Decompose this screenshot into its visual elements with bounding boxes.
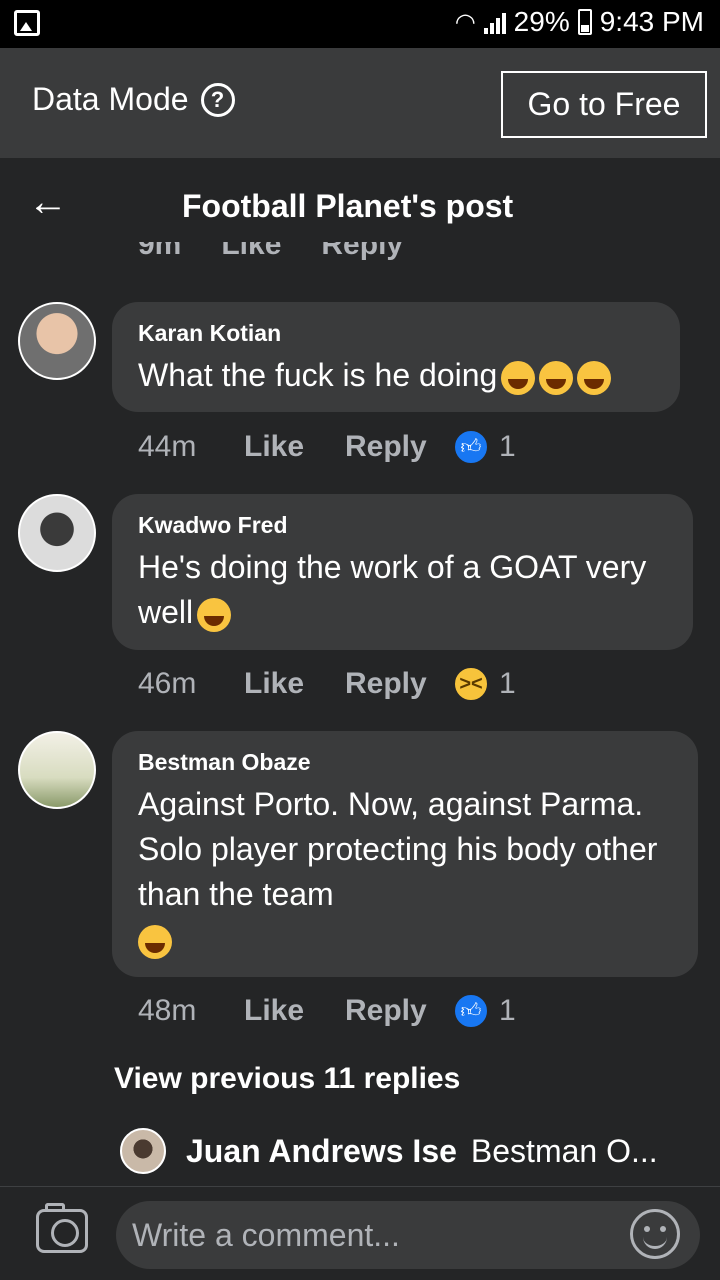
reaction-count[interactable]: 1 bbox=[499, 667, 516, 701]
reply-link[interactable]: Reply bbox=[321, 242, 403, 272]
comment-text: He's doing the work of a GOAT very well bbox=[138, 549, 647, 632]
tears-of-joy-icon bbox=[577, 360, 612, 395]
signal-icon bbox=[483, 10, 506, 34]
page-title: Football Planet's post bbox=[182, 188, 514, 224]
view-previous-replies-link[interactable]: View previous 11 replies bbox=[114, 1062, 460, 1096]
reply-link[interactable]: Reply bbox=[345, 667, 453, 701]
comment-author[interactable]: Bestman Obaze bbox=[138, 749, 672, 776]
reply-link[interactable]: Reply bbox=[345, 430, 453, 464]
status-bar: ◠ 29% 9:43 PM bbox=[0, 0, 720, 48]
comment-time: 9m bbox=[138, 242, 182, 261]
comment-meta: 44m Like Reply 👍︎ 1 bbox=[138, 429, 516, 465]
like-link[interactable]: Like bbox=[244, 667, 345, 701]
comment-time: 46m bbox=[138, 667, 197, 700]
avatar[interactable] bbox=[120, 1128, 166, 1174]
gallery-icon bbox=[14, 10, 40, 36]
comment-meta: 46m Like Reply >< 1 bbox=[138, 666, 516, 702]
clock: 9:43 PM bbox=[599, 6, 704, 37]
like-reaction-icon[interactable]: 👍︎ bbox=[453, 993, 489, 1029]
comment-author[interactable]: Kwadwo Fred bbox=[138, 512, 667, 539]
camera-icon[interactable] bbox=[36, 1203, 88, 1253]
comment-bubble[interactable]: Bestman Obaze Against Porto. Now, agains… bbox=[112, 731, 698, 977]
back-arrow-icon[interactable]: ← bbox=[28, 182, 68, 222]
comment-text: Against Porto. Now, against Parma. Solo … bbox=[138, 782, 672, 962]
data-mode-label-group[interactable]: Data Mode ? bbox=[32, 81, 235, 118]
tears-of-joy-icon bbox=[539, 360, 574, 395]
expressionless-face-icon bbox=[138, 924, 172, 959]
help-icon[interactable]: ? bbox=[200, 82, 235, 117]
battery-percent: 29% bbox=[513, 6, 570, 37]
comment-bubble[interactable]: Karan Kotian What the fuck is he doing bbox=[112, 302, 680, 412]
battery-icon bbox=[577, 9, 592, 35]
comment-time: 44m bbox=[138, 430, 197, 463]
like-link[interactable]: Like bbox=[221, 242, 281, 272]
like-reaction-icon[interactable]: 👍︎ bbox=[453, 429, 489, 465]
tears-of-joy-icon bbox=[197, 597, 232, 632]
data-mode-banner: Data Mode ? Go to Free bbox=[0, 48, 720, 158]
reply-link[interactable]: Reply bbox=[345, 994, 453, 1028]
avatar[interactable] bbox=[18, 731, 96, 809]
comment-text: What the fuck is he doing bbox=[138, 353, 654, 398]
reply-text: Bestman O... bbox=[470, 1132, 658, 1169]
comment-bubble[interactable]: Kwadwo Fred He's doing the work of a GOA… bbox=[112, 494, 693, 650]
comment-author[interactable]: Karan Kotian bbox=[138, 320, 654, 347]
avatar[interactable] bbox=[18, 494, 96, 572]
go-to-free-button[interactable]: Go to Free bbox=[501, 71, 707, 138]
data-mode-label: Data Mode bbox=[32, 81, 189, 117]
post-header: ← Football Planet's post bbox=[0, 158, 720, 248]
cutoff-comment-meta: 9m Like Reply bbox=[138, 242, 403, 272]
reaction-count[interactable]: 1 bbox=[499, 430, 516, 464]
emoji-picker-icon[interactable] bbox=[630, 1209, 680, 1259]
tears-of-joy-icon bbox=[501, 360, 536, 395]
wifi-icon: ◠ bbox=[454, 8, 476, 36]
comment-time: 48m bbox=[138, 994, 197, 1027]
comment-input[interactable] bbox=[116, 1201, 700, 1269]
reply-preview[interactable]: Juan Andrews Ise Bestman O... bbox=[120, 1128, 658, 1174]
haha-reaction-icon[interactable]: >< bbox=[453, 666, 489, 702]
reply-author[interactable]: Juan Andrews Ise bbox=[186, 1133, 457, 1170]
comment-meta: 48m Like Reply 👍︎ 1 bbox=[138, 993, 516, 1029]
avatar[interactable] bbox=[18, 302, 96, 380]
like-link[interactable]: Like bbox=[244, 994, 345, 1028]
reaction-count[interactable]: 1 bbox=[499, 994, 516, 1028]
like-link[interactable]: Like bbox=[244, 430, 345, 464]
comment-composer bbox=[0, 1186, 720, 1280]
